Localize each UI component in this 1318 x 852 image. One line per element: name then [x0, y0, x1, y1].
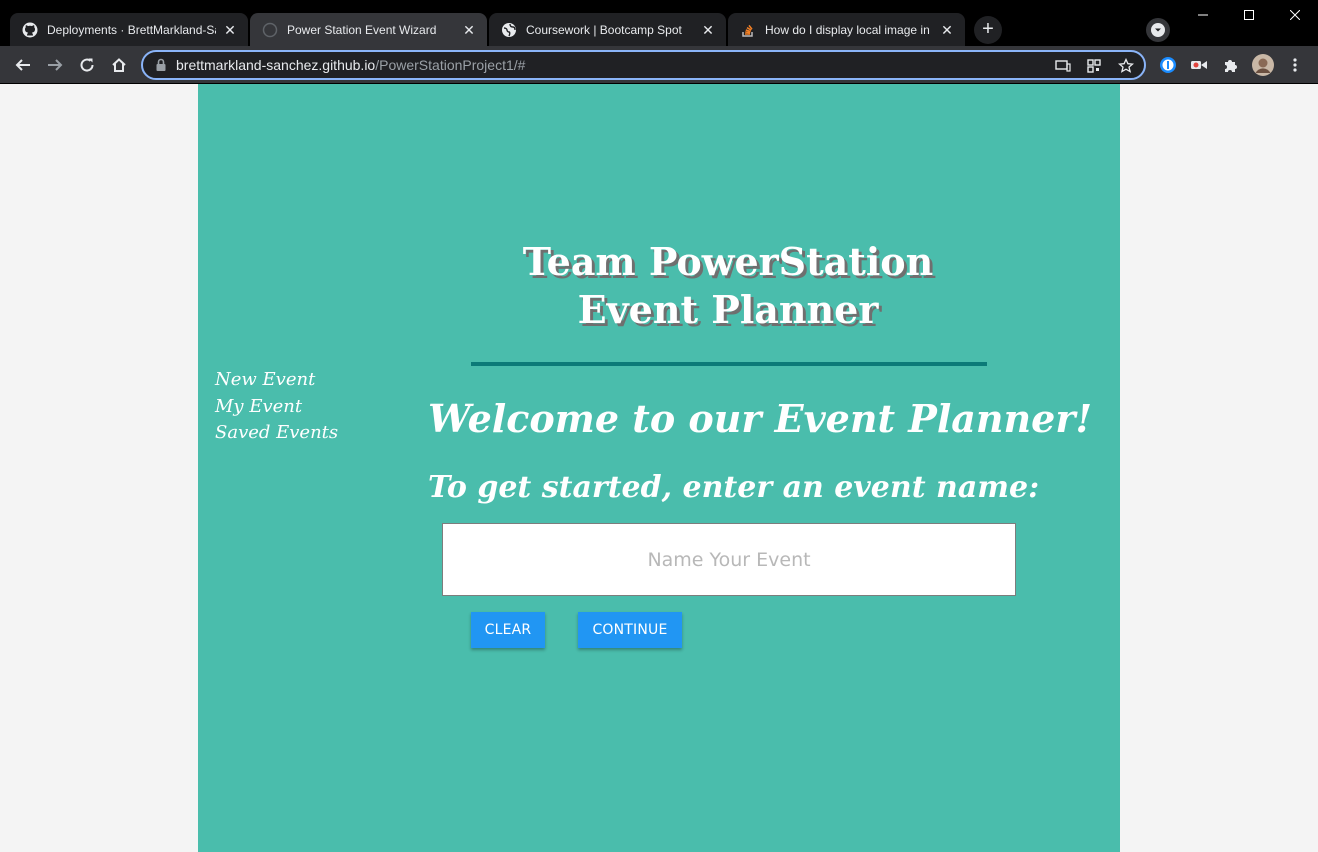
tab-label: Coursework | Bootcamp Spot	[526, 22, 682, 37]
cast-button[interactable]	[1053, 56, 1073, 76]
tab-strip: Deployments · BrettMarkland-Sanchez ✕ Po…	[0, 0, 1318, 46]
tab-label: Deployments · BrettMarkland-Sanchez	[47, 22, 216, 37]
browser-toolbar: brettmarkland-sanchez.github.io/PowerSta…	[0, 46, 1318, 84]
close-window-button[interactable]	[1272, 0, 1318, 30]
close-tab-icon[interactable]: ✕	[939, 22, 955, 38]
new-tab-button[interactable]: +	[974, 16, 1002, 44]
forward-button[interactable]	[42, 52, 68, 78]
avatar	[1252, 54, 1274, 76]
chevron-down-icon	[1151, 23, 1165, 37]
tab-label: Power Station Event Wizard	[287, 22, 437, 37]
tab-search-button[interactable]	[1146, 18, 1170, 42]
close-tab-icon[interactable]: ✕	[700, 22, 716, 38]
tab-stackoverflow[interactable]: How do I display local image in m ✕	[728, 13, 965, 46]
profile-avatar[interactable]	[1250, 52, 1276, 78]
puzzle-icon	[1225, 60, 1237, 72]
close-icon	[1290, 10, 1300, 20]
back-button[interactable]	[10, 52, 36, 78]
minimize-icon	[1198, 14, 1208, 16]
record-extension-icon	[1191, 61, 1207, 69]
title-line-1: Team PowerStation	[522, 239, 934, 284]
forward-arrow-icon	[48, 59, 63, 71]
close-tab-icon[interactable]: ✕	[222, 22, 238, 38]
star-icon	[1118, 58, 1134, 73]
bookmark-button[interactable]	[1116, 56, 1136, 76]
close-tab-icon[interactable]: ✕	[461, 22, 477, 38]
maximize-button[interactable]	[1226, 0, 1272, 30]
github-icon	[22, 22, 38, 38]
home-button[interactable]	[106, 52, 132, 78]
tab-deployments[interactable]: Deployments · BrettMarkland-Sanchez ✕	[10, 13, 248, 46]
extensions-button[interactable]	[1218, 52, 1244, 78]
url-text: brettmarkland-sanchez.github.io/PowerSta…	[176, 57, 525, 73]
globe-icon	[501, 22, 517, 38]
kebab-menu-icon	[1293, 58, 1297, 72]
video-extension[interactable]	[1186, 52, 1212, 78]
title-divider	[471, 362, 987, 366]
stackoverflow-icon	[740, 22, 756, 38]
address-bar[interactable]: brettmarkland-sanchez.github.io/PowerSta…	[141, 50, 1146, 80]
maximize-icon	[1244, 10, 1254, 20]
clear-button[interactable]: CLEAR	[471, 612, 545, 648]
qr-code-button[interactable]	[1084, 56, 1104, 76]
cast-icon	[1055, 60, 1071, 72]
page-title: Team PowerStation Event Planner	[428, 238, 1028, 334]
side-nav: New Event My Event Saved Events	[215, 367, 338, 447]
globe-icon	[262, 22, 278, 38]
title-line-2: Event Planner	[577, 287, 879, 332]
nav-link-new-event[interactable]: New Event	[215, 367, 338, 394]
browser-menu-button[interactable]	[1282, 52, 1308, 78]
page-viewport: New Event My Event Saved Events Team Pow…	[0, 84, 1318, 852]
continue-button[interactable]: CONTINUE	[578, 612, 682, 648]
main-panel: New Event My Event Saved Events Team Pow…	[198, 84, 1120, 852]
url-path: /PowerStationProject1/#	[375, 57, 526, 73]
tab-power-station[interactable]: Power Station Event Wizard ✕	[250, 13, 487, 46]
minimize-button[interactable]	[1180, 0, 1226, 30]
reload-icon	[80, 58, 94, 72]
reload-button[interactable]	[74, 52, 100, 78]
qr-code-icon	[1087, 59, 1101, 73]
url-host: brettmarkland-sanchez.github.io	[176, 57, 376, 73]
event-name-input[interactable]	[442, 523, 1016, 596]
welcome-heading: Welcome to our Event Planner!	[428, 396, 1093, 441]
tab-label: How do I display local image in m	[765, 22, 933, 37]
lock-icon	[156, 58, 166, 71]
home-icon	[112, 58, 126, 72]
back-arrow-icon	[15, 59, 30, 71]
nav-link-saved-events[interactable]: Saved Events	[215, 420, 338, 447]
1password-icon	[1160, 57, 1176, 73]
password-manager-extension[interactable]	[1155, 52, 1181, 78]
nav-link-my-event[interactable]: My Event	[215, 394, 338, 421]
tab-coursework[interactable]: Coursework | Bootcamp Spot ✕	[489, 13, 726, 46]
instructions-heading: To get started, enter an event name:	[428, 470, 1040, 505]
